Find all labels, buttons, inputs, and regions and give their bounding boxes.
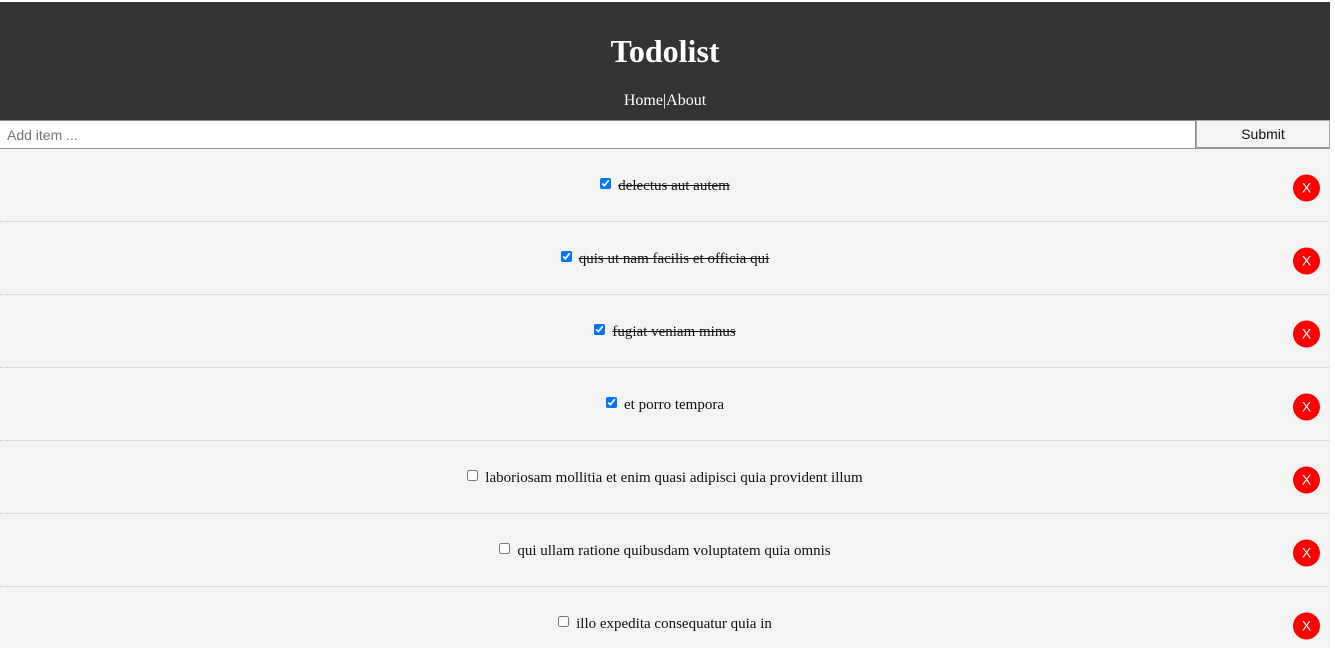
todo-item-text: quis ut nam facilis et officia qui bbox=[578, 250, 770, 267]
todo-item-content: laboriosam mollitia et enim quasi adipis… bbox=[467, 469, 863, 487]
todo-item-text: delectus aut autem bbox=[618, 177, 730, 194]
todo-item: laboriosam mollitia et enim quasi adipis… bbox=[0, 441, 1330, 514]
add-item-input[interactable] bbox=[0, 120, 1196, 148]
todo-checkbox[interactable] bbox=[467, 469, 479, 481]
todo-item-text: laboriosam mollitia et enim quasi adipis… bbox=[485, 469, 863, 486]
todo-item-content: delectus aut autem bbox=[600, 177, 730, 195]
todo-item-text: qui ullam ratione quibusdam voluptatem q… bbox=[517, 542, 831, 559]
nav-link-about[interactable]: About bbox=[666, 92, 706, 109]
main-nav: Home|About bbox=[0, 91, 1330, 111]
add-todo-form: Submit bbox=[0, 120, 1330, 149]
submit-button[interactable]: Submit bbox=[1196, 120, 1330, 148]
todo-item-text: illo expedita consequatur quia in bbox=[576, 615, 772, 632]
todo-item-content: illo expedita consequatur quia in bbox=[558, 615, 772, 633]
todo-checkbox[interactable] bbox=[560, 250, 572, 262]
page-title: Todolist bbox=[610, 33, 720, 69]
todo-item: quis ut nam facilis et officia qui X bbox=[0, 222, 1330, 295]
todo-item: illo expedita consequatur quia in X bbox=[0, 587, 1330, 648]
todo-checkbox[interactable] bbox=[558, 615, 570, 627]
todo-item: delectus aut autem X bbox=[0, 149, 1330, 222]
delete-button[interactable]: X bbox=[1293, 320, 1320, 348]
delete-button[interactable]: X bbox=[1293, 393, 1320, 421]
todo-checkbox[interactable] bbox=[606, 396, 618, 408]
todo-list: delectus aut autem X quis ut nam facilis… bbox=[0, 149, 1330, 648]
todo-item-text: fugiat veniam minus bbox=[612, 323, 736, 340]
todo-checkbox[interactable] bbox=[594, 323, 606, 335]
delete-button[interactable]: X bbox=[1293, 466, 1320, 494]
todo-item-content: et porro tempora bbox=[606, 396, 724, 414]
todo-item-text: et porro tempora bbox=[624, 396, 724, 413]
delete-button[interactable]: X bbox=[1293, 247, 1320, 275]
todo-item-content: fugiat veniam minus bbox=[594, 323, 736, 341]
todo-item: fugiat veniam minus X bbox=[0, 295, 1330, 368]
todo-item-content: qui ullam ratione quibusdam voluptatem q… bbox=[499, 542, 831, 560]
todo-item: et porro tempora X bbox=[0, 368, 1330, 441]
app-header: Todolist Home|About bbox=[0, 2, 1330, 120]
delete-button[interactable]: X bbox=[1293, 174, 1320, 202]
delete-button[interactable]: X bbox=[1293, 539, 1320, 567]
todo-item-content: quis ut nam facilis et officia qui bbox=[560, 250, 770, 268]
delete-button[interactable]: X bbox=[1293, 612, 1320, 640]
nav-link-home[interactable]: Home bbox=[624, 92, 663, 109]
todo-checkbox[interactable] bbox=[499, 542, 511, 554]
todo-checkbox[interactable] bbox=[600, 177, 612, 189]
todo-item: qui ullam ratione quibusdam voluptatem q… bbox=[0, 514, 1330, 587]
todo-app: Todolist Home|About Submit delectus aut … bbox=[0, 2, 1330, 648]
